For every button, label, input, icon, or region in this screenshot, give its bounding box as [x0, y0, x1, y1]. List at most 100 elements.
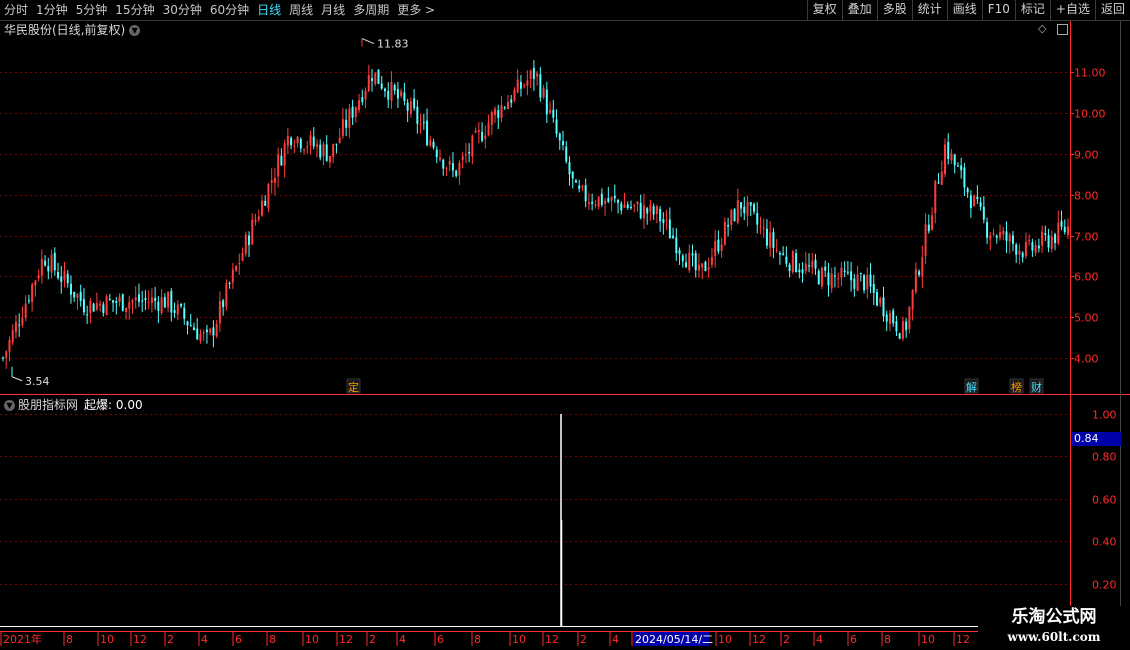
candle-body: [872, 283, 875, 293]
candle-body: [856, 274, 859, 291]
candle-body: [235, 266, 238, 271]
period-tab-6[interactable]: 日线: [253, 0, 285, 20]
period-tab-0[interactable]: 分时: [0, 0, 32, 20]
period-tab-4[interactable]: 30分钟: [159, 0, 206, 20]
candle-body: [506, 102, 509, 110]
candle-body: [529, 70, 532, 80]
candle-body: [34, 280, 37, 286]
candle-body: [455, 170, 458, 177]
candle-body: [549, 109, 552, 113]
candle-body: [594, 204, 597, 206]
candle-body: [911, 289, 914, 310]
stock-title-label: 华民股份(日线,前复权): [4, 23, 126, 37]
candle-body: [636, 201, 639, 205]
candle-body: [846, 271, 849, 273]
candle-body: [587, 202, 590, 205]
candle-body: [328, 155, 331, 163]
period-tab-3[interactable]: 15分钟: [111, 0, 158, 20]
period-tab-7[interactable]: 周线: [285, 0, 317, 20]
candle-body: [940, 171, 943, 185]
candle-body: [629, 206, 632, 208]
price-tick-label: 7.00: [1074, 231, 1099, 244]
toolbar-button-4[interactable]: 画线: [946, 0, 982, 20]
period-tab-8[interactable]: 月线: [317, 0, 349, 20]
toolbar-button-7[interactable]: +自选: [1049, 0, 1095, 20]
candle-body: [422, 122, 425, 124]
toolbar-button-0[interactable]: 复权: [806, 0, 842, 20]
period-tab-1[interactable]: 1分钟: [32, 0, 72, 20]
candle-body: [707, 267, 710, 270]
candle-body: [183, 307, 186, 319]
candle-body: [199, 333, 202, 341]
candle-body: [895, 321, 898, 332]
candle-body: [225, 283, 228, 307]
watermark-url: www.60lt.com: [1007, 630, 1101, 644]
candle-body: [196, 328, 199, 340]
candle-body: [105, 296, 108, 316]
candle-body: [1063, 226, 1066, 233]
candle-body: [260, 200, 263, 216]
candle-body: [966, 188, 969, 193]
candle-body: [869, 274, 872, 287]
candle-body: [552, 109, 555, 118]
candle-body: [604, 201, 607, 204]
toolbar-button-5[interactable]: F10: [981, 0, 1015, 20]
candle-body: [380, 83, 383, 89]
candle-body: [697, 264, 700, 271]
candle-body: [500, 105, 503, 118]
toolbar-button-1[interactable]: 叠加: [841, 0, 877, 20]
candle-body: [591, 201, 594, 204]
diamond-icon[interactable]: ◇: [1038, 22, 1046, 35]
candle-body: [778, 253, 781, 255]
candle-body: [827, 272, 830, 286]
candle-body: [571, 171, 574, 179]
candle-body: [251, 219, 254, 245]
candle-body: [315, 144, 318, 147]
candle-body: [830, 273, 833, 289]
panel-toggle-icon[interactable]: [1057, 24, 1068, 35]
candle-body: [60, 276, 63, 282]
candle-body: [286, 136, 289, 146]
title-dropdown-icon[interactable]: ▼: [129, 25, 141, 36]
candle-body: [814, 259, 817, 269]
candle-body: [280, 155, 283, 166]
candle-body: [173, 309, 176, 313]
toolbar-button-3[interactable]: 统计: [911, 0, 947, 20]
candle-body: [95, 302, 98, 310]
candle-body: [244, 234, 247, 254]
candle-body: [808, 265, 811, 267]
toolbar-button-6[interactable]: 标记: [1014, 0, 1050, 20]
stock-chart-canvas[interactable]: 4.00 5.00 6.00 7.00 8.00 9.00 10.00 11.00 0.20 0.…: [0, 0, 1130, 650]
candle-body: [461, 156, 464, 161]
x-axis-cursor-date: 2024/05/14/二: [635, 633, 713, 646]
candle-body: [1037, 245, 1040, 249]
indicator-value-label: 起爆: 0.00: [84, 398, 143, 412]
period-tab-10[interactable]: 更多 >: [393, 0, 439, 20]
candle-body: [714, 241, 717, 256]
period-tab-2[interactable]: 5分钟: [72, 0, 112, 20]
period-tab-9[interactable]: 多周期: [349, 0, 393, 20]
indicator-dropdown-icon[interactable]: ▼: [4, 400, 15, 411]
candle-body: [730, 209, 733, 225]
candle-body: [121, 294, 124, 311]
period-tab-5[interactable]: 60分钟: [206, 0, 253, 20]
candle-body: [445, 167, 448, 169]
candle-body: [118, 296, 121, 303]
x-axis-label: 2: [783, 633, 790, 646]
candle-body: [364, 90, 367, 100]
x-axis-label: 4: [201, 633, 208, 646]
candle-body: [927, 224, 930, 232]
candle-body: [1060, 221, 1063, 227]
candle-body: [66, 273, 69, 284]
candle-body: [536, 73, 539, 77]
candle-body: [859, 272, 862, 274]
candle-body: [14, 321, 17, 333]
candle-body: [267, 183, 270, 209]
candle-body: [377, 69, 380, 84]
candle-body: [497, 110, 500, 119]
toolbar-button-8[interactable]: 返回: [1094, 0, 1130, 20]
candle-body: [2, 357, 4, 359]
candle-body: [600, 193, 603, 205]
candle-body: [458, 162, 461, 176]
toolbar-button-2[interactable]: 多股: [876, 0, 912, 20]
